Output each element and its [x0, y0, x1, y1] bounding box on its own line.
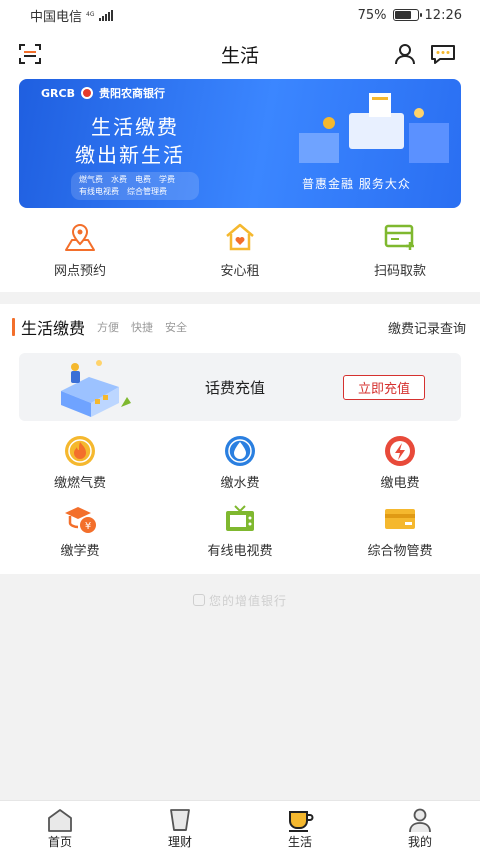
section-subtitle: 安全: [165, 321, 188, 334]
wealth-icon: [170, 809, 190, 831]
footer-watermark-text: 您的增值银行: [208, 594, 287, 608]
recharge-illustration: [61, 360, 131, 417]
battery-icon: [392, 9, 422, 21]
graduation-cap-icon: ¥: [65, 507, 96, 533]
payment-history-link[interactable]: 缴费记录查询: [388, 318, 466, 337]
banner-headline-1: 生活缴费: [91, 115, 179, 139]
banner-tag: 有线电视费: [79, 187, 119, 196]
recharge-button[interactable]: 立即充值: [343, 375, 425, 400]
pay-cable-tv[interactable]: 有线电视费: [160, 502, 320, 570]
tab-home[interactable]: 首页: [0, 801, 120, 853]
brand-name: 贵阳农商银行: [98, 87, 165, 100]
section-header: 生活缴费 方便 快捷 安全 缴费记录查询: [0, 316, 480, 338]
network-tag: 4G: [86, 11, 95, 18]
pay-tuition[interactable]: ¥ 缴学费: [0, 502, 160, 570]
bank-brand: GRCB 贵阳农商银行: [41, 85, 165, 101]
payment-grid: 缴燃气费 缴水费 缴电费 ¥ 缴学费 有线电视费 综合物管费: [0, 434, 480, 570]
carrier: 中国电信 4G: [30, 6, 114, 25]
tab-label: 生活: [287, 835, 312, 849]
pay-item-label: 缴燃气费: [53, 476, 106, 491]
quick-actions: 网点预约 安心租 扫码取款: [0, 220, 480, 279]
tab-label: 理财: [167, 835, 192, 849]
tab-wealth[interactable]: 理财: [120, 801, 240, 853]
user-icon[interactable]: [393, 42, 417, 66]
status-right: 75% 12:26: [358, 8, 462, 23]
banner-tag: 电费: [135, 175, 151, 184]
signal-icon: [99, 9, 114, 21]
pay-property-fee[interactable]: 综合物管费: [320, 502, 480, 570]
scan-icon[interactable]: [18, 42, 42, 66]
banner-tags: 燃气费 水费 电费 学费 有线电视费 综合管理费: [71, 172, 199, 200]
map-pin-icon: [65, 224, 95, 251]
quick-action-label: 网点预约: [53, 264, 106, 279]
pay-item-label: 缴电费: [380, 476, 420, 491]
house-heart-icon: [226, 223, 254, 251]
card-plus-icon: [384, 224, 414, 250]
profile-icon: [409, 808, 431, 833]
pay-electricity[interactable]: 缴电费: [320, 434, 480, 502]
tab-life[interactable]: 生活: [240, 801, 360, 853]
bank-mark-icon: [192, 594, 205, 606]
top-nav: 生活: [0, 30, 480, 78]
section-subtitle: 方便: [97, 321, 120, 334]
section-subtitle: 快捷: [131, 321, 154, 334]
battery-percent: 75%: [357, 7, 387, 23]
life-cup-icon: [289, 811, 314, 832]
banner-tag: 综合管理费: [127, 187, 167, 196]
quick-action-label: 扫码取款: [373, 264, 426, 279]
pay-water[interactable]: 缴水费: [160, 434, 320, 502]
pay-item-label: 有线电视费: [207, 544, 273, 559]
banner-area: GRCB 贵阳农商银行 生活缴费 缴出新生活 燃气费 水费 电费 学费 有线电视费 综合…: [0, 78, 480, 292]
message-icon[interactable]: [430, 42, 456, 66]
clock: 12:26: [424, 7, 462, 23]
home-icon: [48, 809, 72, 832]
tab-label: 我的: [407, 835, 432, 849]
banner-slogan: 普惠金融 服务大众: [302, 177, 411, 191]
bank-logo-icon: [80, 87, 93, 99]
card-icon: [385, 509, 415, 529]
status-bar: 中国电信 4G 75% 12:26: [0, 0, 480, 30]
pay-item-label: 综合物管费: [367, 544, 433, 559]
banner-tag: 水费: [111, 175, 127, 184]
brand-abbr: GRCB: [41, 86, 75, 100]
water-drop-icon: [225, 436, 255, 466]
promo-banner[interactable]: GRCB 贵阳农商银行 生活缴费 缴出新生活 燃气费 水费 电费 学费 有线电视费 综合…: [19, 79, 461, 208]
banner-tag: 燃气费: [79, 175, 103, 184]
banner-headline-2: 缴出新生活: [75, 143, 185, 167]
quick-action-branch-booking[interactable]: 网点预约: [0, 220, 160, 279]
section-title: 生活缴费: [21, 319, 86, 338]
tab-label: 首页: [47, 835, 72, 849]
recharge-label: 话费充值: [205, 379, 266, 397]
phone-recharge-card[interactable]: 话费充值 立即充值: [19, 353, 461, 421]
flame-icon: [65, 436, 95, 466]
pay-item-label: 缴水费: [220, 476, 260, 491]
lightning-icon: [385, 436, 415, 466]
footer-watermark: 您的增值银行: [0, 592, 480, 609]
quick-action-rent[interactable]: 安心租: [160, 220, 320, 279]
page-title: 生活: [220, 44, 259, 67]
banner-illustration: [299, 93, 449, 163]
banner-tag: 学费: [159, 175, 175, 184]
life-payment-section: 生活缴费 方便 快捷 安全 缴费记录查询 话费充值 立即充值 缴燃气费 缴水费 …: [0, 304, 480, 574]
carrier-name: 中国电信: [30, 9, 83, 25]
quick-action-label: 安心租: [220, 264, 260, 279]
svg-text:¥: ¥: [85, 521, 91, 532]
pay-gas[interactable]: 缴燃气费: [0, 434, 160, 502]
pay-item-label: 缴学费: [60, 544, 100, 559]
bottom-tab-bar: 首页 理财 生活 我的: [0, 800, 480, 853]
quick-action-scan-withdraw[interactable]: 扫码取款: [320, 220, 480, 279]
tab-mine[interactable]: 我的: [360, 801, 480, 853]
tv-icon: [226, 505, 254, 531]
section-accent-bar: [12, 318, 15, 336]
